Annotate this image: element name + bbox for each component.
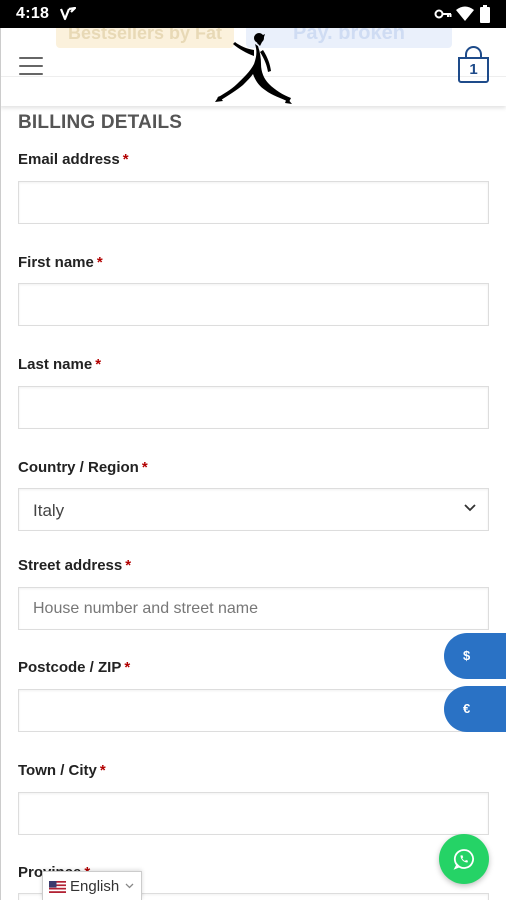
app-notification-icon (60, 7, 76, 21)
whatsapp-icon (453, 849, 474, 870)
postcode-field[interactable] (18, 689, 489, 732)
required-mark: * (95, 356, 102, 373)
required-mark: * (96, 254, 103, 271)
status-bar: 4:18 (0, 0, 506, 28)
battery-icon (480, 5, 490, 23)
street-address-label: Street address * (18, 557, 131, 574)
email-field[interactable] (18, 181, 489, 224)
email-label: Email address * (18, 151, 129, 168)
first-name-label: First name * (18, 254, 103, 271)
chevron-down-icon (464, 504, 476, 512)
country-select[interactable]: Italy (18, 488, 489, 531)
last-name-label: Last name * (18, 356, 101, 373)
required-mark: * (141, 459, 148, 476)
town-city-label-text: Town / City (18, 762, 97, 779)
postcode-label-text: Postcode / ZIP (18, 659, 122, 676)
wifi-icon (456, 6, 474, 21)
required-mark: * (125, 557, 132, 574)
page-edge (0, 28, 1, 900)
language-switcher[interactable]: English (42, 871, 142, 900)
cart-button[interactable]: 1 (458, 57, 489, 83)
required-mark: * (122, 151, 129, 168)
required-mark: * (99, 762, 106, 779)
email-label-text: Email address (18, 151, 120, 168)
street-address-field[interactable] (18, 587, 489, 630)
town-city-field[interactable] (18, 792, 489, 835)
promo-banner-left[interactable]: Bestsellers by Fat (56, 28, 234, 48)
required-mark: * (124, 659, 131, 676)
postcode-label: Postcode / ZIP * (18, 659, 130, 676)
country-select-value: Italy (33, 501, 65, 520)
street-address-label-text: Street address (18, 557, 123, 574)
jumpman-logo[interactable] (213, 32, 293, 104)
country-label-text: Country / Region (18, 459, 139, 476)
currency-euro-button[interactable]: € (444, 686, 506, 732)
billing-details-heading: BILLING DETAILS (18, 112, 183, 133)
us-flag-icon (49, 881, 66, 893)
chevron-down-icon (125, 883, 134, 889)
vpn-key-icon (434, 9, 452, 19)
first-name-field[interactable] (18, 283, 489, 326)
hamburger-menu-icon[interactable] (19, 57, 43, 77)
country-label: Country / Region * (18, 459, 148, 476)
last-name-field[interactable] (18, 386, 489, 429)
first-name-label-text: First name (18, 254, 94, 271)
site-header: Bestsellers by Fat Pay. broken 1 (0, 28, 506, 106)
whatsapp-button[interactable] (439, 834, 489, 884)
currency-dollar-button[interactable]: $ (444, 633, 506, 679)
status-time: 4:18 (16, 5, 50, 22)
town-city-label: Town / City * (18, 762, 106, 779)
language-label: English (70, 878, 120, 895)
last-name-label-text: Last name (18, 356, 93, 373)
